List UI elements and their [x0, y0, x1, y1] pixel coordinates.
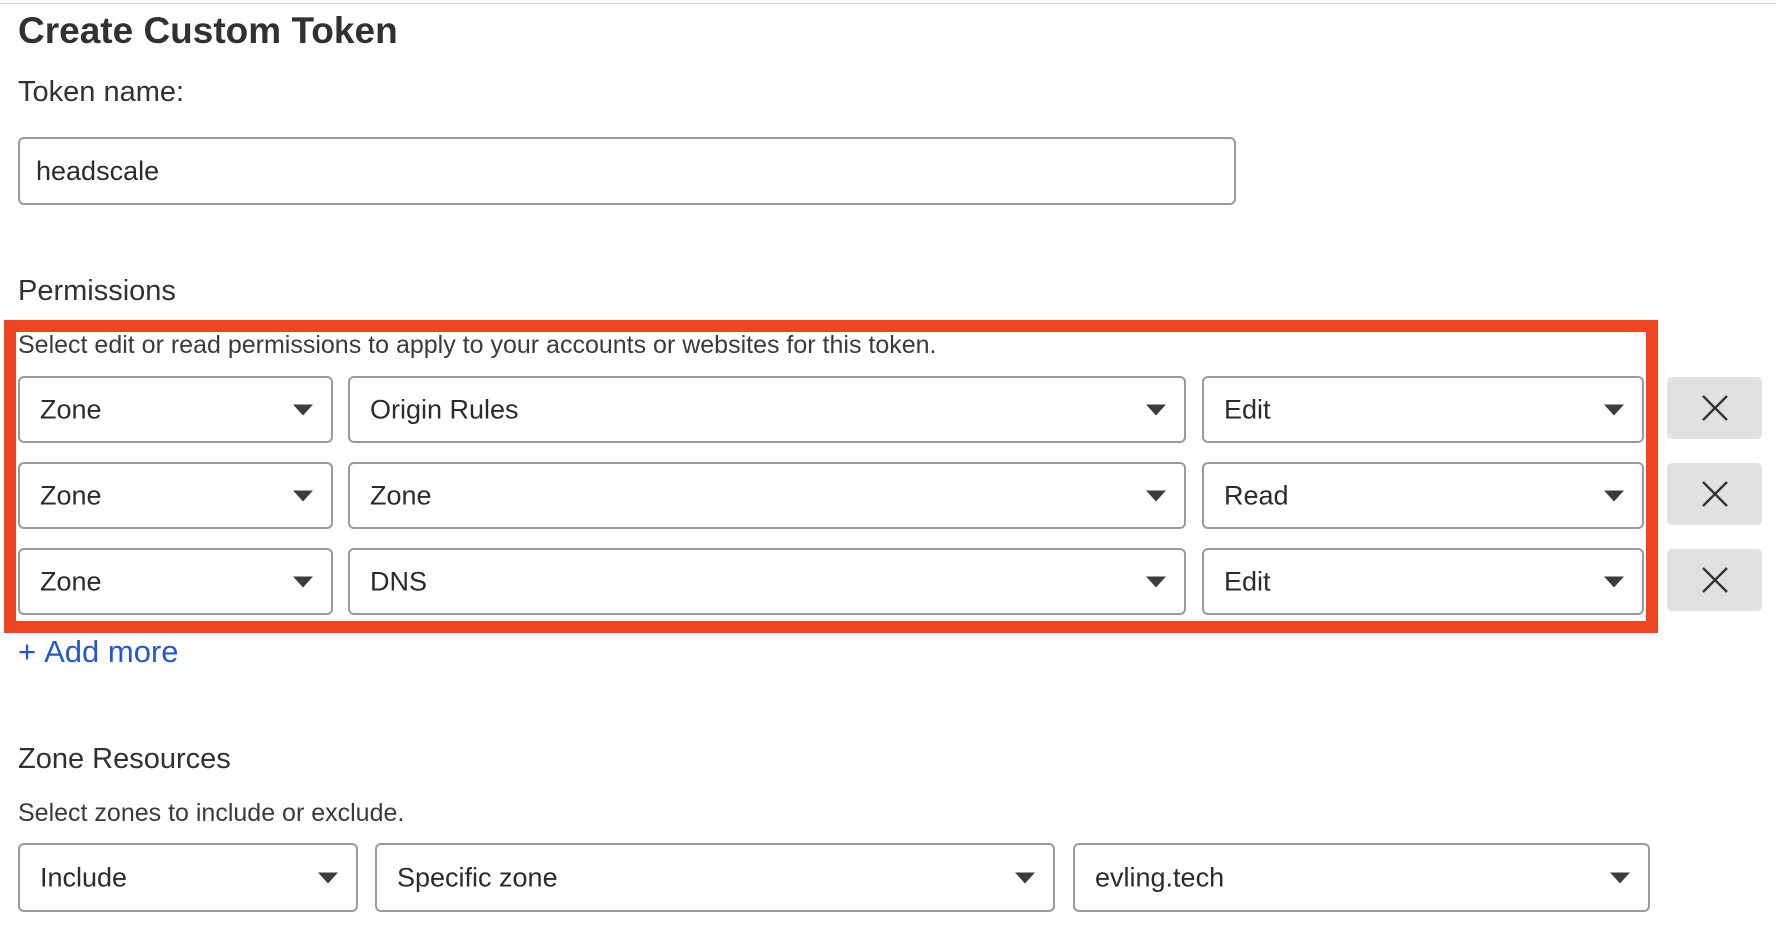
- select-value: Zone: [40, 566, 102, 596]
- caret-down-icon: [1604, 404, 1624, 415]
- caret-down-icon: [293, 576, 313, 587]
- permission-resource-select[interactable]: Origin Rules: [348, 376, 1186, 443]
- caret-down-icon: [293, 490, 313, 501]
- caret-down-icon: [1146, 576, 1166, 587]
- caret-down-icon: [1610, 872, 1630, 883]
- token-name-input[interactable]: [18, 137, 1236, 205]
- select-value: Read: [1224, 480, 1289, 510]
- close-icon: [1702, 481, 1728, 507]
- select-value: Specific zone: [397, 862, 558, 892]
- caret-down-icon: [1015, 872, 1035, 883]
- remove-permission-button[interactable]: [1667, 463, 1762, 525]
- zone-resources-heading: Zone Resources: [18, 743, 231, 775]
- remove-permission-button[interactable]: [1667, 549, 1762, 611]
- create-token-page: Create Custom Token Token name: Permissi…: [0, 0, 1776, 932]
- caret-down-icon: [293, 404, 313, 415]
- add-more-link[interactable]: + Add more: [18, 634, 179, 670]
- zone-include-select[interactable]: Include: [18, 843, 358, 912]
- zone-select[interactable]: evling.tech: [1073, 843, 1650, 912]
- select-value: Edit: [1224, 394, 1271, 424]
- select-value: evling.tech: [1095, 862, 1225, 892]
- caret-down-icon: [1146, 490, 1166, 501]
- select-value: Zone: [40, 394, 102, 424]
- select-value: Origin Rules: [370, 394, 519, 424]
- caret-down-icon: [1604, 576, 1624, 587]
- permission-resource-select[interactable]: DNS: [348, 548, 1186, 615]
- permission-access-select[interactable]: Edit: [1202, 376, 1644, 443]
- caret-down-icon: [1146, 404, 1166, 415]
- zone-target-select[interactable]: Specific zone: [375, 843, 1055, 912]
- select-value: DNS: [370, 566, 428, 596]
- close-icon: [1702, 567, 1728, 593]
- remove-permission-button[interactable]: [1667, 377, 1762, 439]
- caret-down-icon: [318, 872, 338, 883]
- top-divider: [0, 3, 1776, 4]
- caret-down-icon: [1604, 490, 1624, 501]
- zone-resources-description: Select zones to include or exclude.: [18, 799, 405, 827]
- select-value: Zone: [370, 480, 432, 510]
- permission-scope-select[interactable]: Zone: [18, 548, 333, 615]
- add-more-label: Add more: [44, 634, 179, 669]
- permission-resource-select[interactable]: Zone: [348, 462, 1186, 529]
- permissions-description: Select edit or read permissions to apply…: [18, 331, 937, 359]
- select-value: Zone: [40, 480, 102, 510]
- close-icon: [1702, 395, 1728, 421]
- select-value: Include: [40, 862, 128, 892]
- permission-access-select[interactable]: Read: [1202, 462, 1644, 529]
- token-name-label: Token name:: [18, 76, 185, 108]
- page-title: Create Custom Token: [18, 10, 398, 51]
- select-value: Edit: [1224, 566, 1271, 596]
- permission-scope-select[interactable]: Zone: [18, 376, 333, 443]
- plus-icon: +: [18, 634, 37, 669]
- permission-access-select[interactable]: Edit: [1202, 548, 1644, 615]
- permissions-heading: Permissions: [18, 275, 176, 307]
- permission-scope-select[interactable]: Zone: [18, 462, 333, 529]
